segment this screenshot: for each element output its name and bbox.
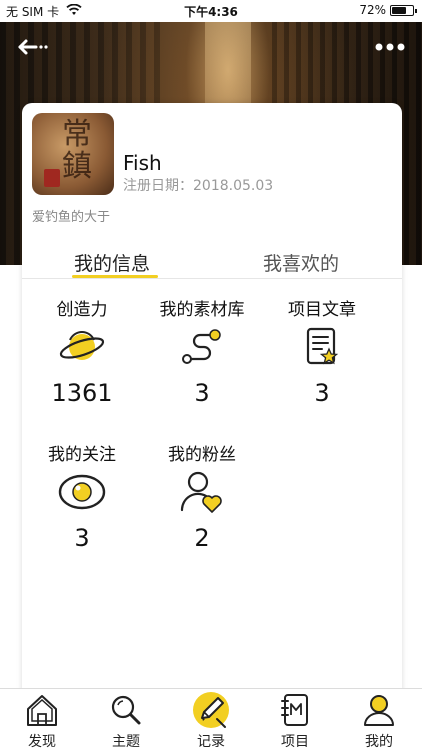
search-icon: [111, 695, 141, 725]
username: Fish: [123, 151, 162, 175]
more-button[interactable]: [374, 34, 406, 60]
user-icon: [364, 695, 394, 726]
fan-heart-icon: [180, 471, 222, 513]
battery-percent: 72%: [359, 3, 386, 17]
registration-date: 注册日期：2018.05.03: [123, 175, 273, 195]
profile-tabs: 我的信息 我喜欢的: [22, 243, 402, 279]
stat-label: 我的粉丝: [168, 445, 236, 465]
registration-value: 2018.05.03: [193, 178, 274, 194]
tabbar-item-projects[interactable]: 项目: [260, 691, 330, 750]
article-star-icon: [306, 327, 339, 365]
user-bio: 爱钓鱼的大于: [32, 210, 111, 225]
stat-value: 3: [194, 379, 210, 407]
registration-label: 注册日期：: [123, 178, 193, 194]
tabbar-item-record[interactable]: 记录: [176, 691, 246, 750]
avatar-seal: [44, 169, 60, 187]
pen-record-icon: [193, 692, 229, 728]
stat-material-library[interactable]: 我的素材库 3: [142, 295, 262, 407]
stat-following[interactable]: 我的关注 3: [22, 440, 142, 552]
avatar[interactable]: 常鎮: [32, 113, 114, 195]
tabbar-label: 记录: [197, 734, 225, 750]
battery-icon: [390, 5, 417, 16]
tab-my-info[interactable]: 我的信息: [74, 249, 150, 276]
stat-label: 我的关注: [48, 445, 116, 465]
eye-icon: [58, 474, 106, 510]
bottom-tab-bar: 发现 主题 记录 项目 我的: [0, 688, 422, 750]
tabbar-item-discover[interactable]: 发现: [7, 691, 77, 750]
tabs-divider: [22, 278, 402, 279]
tabbar-label: 发现: [28, 734, 56, 750]
stat-creativity[interactable]: 创造力 1361: [22, 295, 142, 407]
notebook-icon: [281, 694, 308, 726]
status-bar: 无 SIM 卡 下午4:36 72%: [0, 0, 422, 22]
avatar-artwork: 常鎮: [62, 117, 92, 184]
stat-value: 2: [194, 524, 210, 552]
tabbar-item-mine[interactable]: 我的: [344, 691, 414, 750]
tabbar-label: 我的: [365, 734, 393, 750]
stat-label: 创造力: [56, 300, 108, 320]
tabbar-label: 项目: [281, 734, 309, 750]
home-icon: [27, 695, 57, 726]
tabbar-item-topics[interactable]: 主题: [91, 691, 161, 750]
tab-my-likes[interactable]: 我喜欢的: [263, 249, 339, 276]
stat-fans[interactable]: 我的粉丝 2: [142, 440, 262, 552]
arrow-left-icon: [18, 39, 48, 55]
stat-project-articles[interactable]: 项目文章 3: [262, 295, 382, 407]
stat-value: 1361: [51, 379, 113, 407]
tabbar-label: 主题: [112, 734, 140, 750]
back-button[interactable]: [16, 34, 50, 60]
more-dots-icon: [375, 43, 405, 51]
stat-label: 我的素材库: [159, 300, 245, 320]
planet-icon: [59, 331, 105, 360]
stat-label: 项目文章: [288, 300, 356, 320]
profile-card: 常鎮 Fish 注册日期：2018.05.03 爱钓鱼的大于 我的信息 我喜欢的…: [22, 103, 402, 693]
stat-value: 3: [314, 379, 330, 407]
path-nodes-icon: [182, 329, 221, 364]
stat-value: 3: [74, 524, 90, 552]
